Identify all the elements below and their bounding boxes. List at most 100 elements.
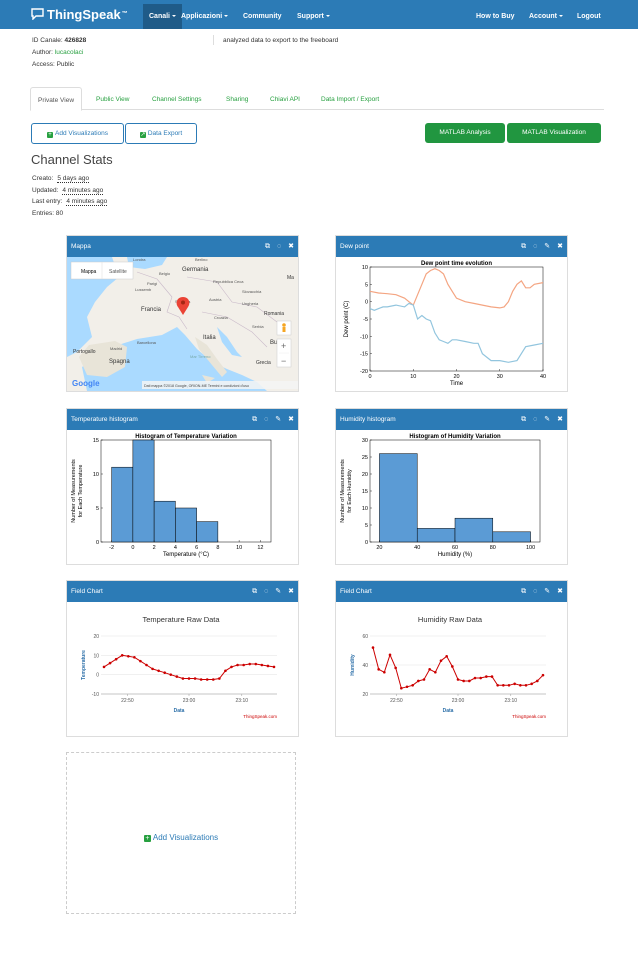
comment-icon[interactable]: ◌: [533, 588, 537, 595]
stats-last-entry-value: 4 minutes ago: [66, 198, 108, 206]
close-icon[interactable]: ✖: [288, 416, 294, 423]
data-export-button[interactable]: ↗ Data Export: [125, 123, 197, 144]
map-label: Portogallo: [73, 349, 96, 355]
widget-title: Humidity histogram: [340, 416, 396, 423]
y-axis-label: Humidity: [350, 654, 356, 676]
add-visualizations-placeholder[interactable]: + Add Visualizations: [66, 752, 296, 914]
nav-canali-label: Canali: [149, 13, 171, 20]
tab-private-view[interactable]: Private View: [30, 87, 83, 111]
channel-author-link[interactable]: lucacolaci: [55, 49, 84, 56]
data-point: [530, 682, 533, 686]
add-visualizations-button[interactable]: + Add Visualizations: [31, 123, 124, 144]
brand-logo[interactable]: ThingSpeak ™: [31, 4, 128, 24]
comment-icon[interactable]: ◌: [533, 416, 537, 423]
pegman-icon: [282, 323, 286, 327]
pencil-icon[interactable]: ✎: [275, 588, 281, 595]
data-point: [230, 665, 233, 669]
map-label: Lussemb: [135, 287, 152, 292]
y-tick-label: 0: [365, 540, 368, 546]
map-label: Croazia: [214, 315, 229, 320]
map-type-satellite[interactable]: Satellite: [109, 269, 127, 275]
close-icon[interactable]: ✖: [557, 588, 563, 595]
data-point: [193, 677, 197, 680]
matlab-analysis-button[interactable]: MATLAB Analysis: [425, 123, 505, 143]
tab-public-view[interactable]: Public View: [89, 87, 136, 110]
y-axis-label: Number of Measurements: [340, 459, 346, 523]
x-tick-label: 23:10: [236, 698, 249, 704]
widget-field-chart-temperature: Field Chart ⧉ ◌ ✎ ✖ Temperature Raw Data…: [66, 580, 299, 737]
zoom-out-button[interactable]: −: [281, 356, 286, 366]
tab-data-import-export[interactable]: Data Import / Export: [314, 87, 386, 110]
pencil-icon[interactable]: ✎: [275, 416, 281, 423]
tab-sharing[interactable]: Sharing: [219, 87, 255, 110]
add-visualizations-link[interactable]: + Add Visualizations: [67, 833, 295, 842]
x-tick-label: 23:00: [452, 698, 465, 704]
nav-logout[interactable]: Logout: [571, 4, 607, 28]
nav-support[interactable]: Support: [291, 4, 336, 28]
y-tick-label: 20: [93, 634, 99, 640]
channel-access-label: Access:: [32, 61, 55, 68]
data-point: [428, 668, 431, 671]
nav-account[interactable]: Account: [523, 4, 569, 28]
comment-icon[interactable]: ◌: [533, 243, 537, 250]
widget-controls: ⧉ ◌ ✎ ✖: [252, 581, 294, 602]
map-label: Germania: [182, 267, 209, 273]
tab-api-keys[interactable]: Chiavi API: [263, 87, 307, 110]
pencil-icon[interactable]: ✎: [544, 243, 550, 250]
widget-header: Field Chart ⧉ ◌ ✎ ✖: [67, 581, 298, 602]
close-icon[interactable]: ✖: [288, 588, 294, 595]
data-point: [405, 685, 409, 689]
comment-icon[interactable]: ◌: [277, 243, 281, 250]
external-link-icon[interactable]: ⧉: [252, 588, 257, 595]
data-point: [513, 682, 516, 686]
plus-icon: +: [143, 835, 151, 842]
x-tick-label: 60: [452, 545, 458, 551]
tab-channel-settings[interactable]: Channel Settings: [145, 87, 209, 110]
y-tick-label: 25: [362, 455, 368, 461]
chart-title: Histogram of Temperature Variation: [135, 434, 237, 440]
close-icon[interactable]: ✖: [288, 243, 294, 250]
y-tick-label: 10: [93, 472, 99, 478]
matlab-visualization-button[interactable]: MATLAB Visualization: [507, 123, 601, 143]
comment-icon[interactable]: ◌: [264, 416, 268, 423]
zoom-in-button[interactable]: +: [281, 341, 286, 351]
map-body[interactable]: Mappa Satellite Londra Berlino Belgio Ge…: [67, 257, 298, 391]
map-attribution[interactable]: Dati mappa ©2018 Google, ORION-ME Termin…: [144, 384, 249, 388]
nav-how-to-buy[interactable]: How to Buy: [470, 4, 521, 28]
nav-community[interactable]: Community: [237, 4, 288, 28]
map-type-map[interactable]: Mappa: [81, 269, 97, 275]
close-icon[interactable]: ✖: [557, 243, 563, 250]
data-point: [479, 676, 482, 680]
navbar: ThingSpeak ™ Canali Applicazioni Communit…: [0, 0, 638, 29]
widget-header: Humidity histogram ⧉ ◌ ✎ ✖: [336, 409, 567, 430]
pencil-icon[interactable]: ✎: [544, 416, 550, 423]
map-canvas[interactable]: Mappa Satellite Londra Berlino Belgio Ge…: [67, 257, 298, 391]
humidity-raw-chart: Humidity Raw Data 60 40 20 22:50 23:00 23:10 Da…: [336, 602, 567, 736]
data-point: [507, 684, 511, 687]
y-tick-label: 5: [96, 506, 99, 512]
x-tick-label: 22:50: [390, 698, 403, 704]
x-tick-label: 30: [497, 374, 503, 380]
widget-controls: ⧉ ◌ ✎ ✖: [521, 409, 563, 430]
data-point: [445, 655, 448, 658]
data-point: [451, 665, 454, 668]
external-link-icon[interactable]: ⧉: [521, 243, 526, 250]
nav-applicazioni[interactable]: Applicazioni: [175, 4, 234, 28]
external-link-icon[interactable]: ⧉: [265, 243, 270, 250]
external-link-icon[interactable]: ⧉: [521, 588, 526, 595]
data-point: [199, 678, 203, 681]
data-point: [541, 673, 545, 677]
data-point: [151, 667, 154, 671]
close-icon[interactable]: ✖: [557, 416, 563, 423]
comment-icon[interactable]: ◌: [264, 588, 268, 595]
map-label: Londra: [133, 257, 146, 262]
map-label: Repubblica Ceca: [213, 279, 244, 284]
data-export-label: Data Export: [147, 130, 183, 137]
histogram-bar: [379, 453, 418, 543]
google-logo: Google: [72, 379, 100, 388]
pencil-icon[interactable]: ✎: [544, 588, 550, 595]
external-link-icon[interactable]: ⧉: [521, 416, 526, 423]
data-point: [120, 654, 124, 657]
dew-chart-body: Dew point time evolution 0 10 20 30 40 10 5 0 -5 -…: [336, 257, 567, 391]
external-link-icon[interactable]: ⧉: [252, 416, 257, 423]
